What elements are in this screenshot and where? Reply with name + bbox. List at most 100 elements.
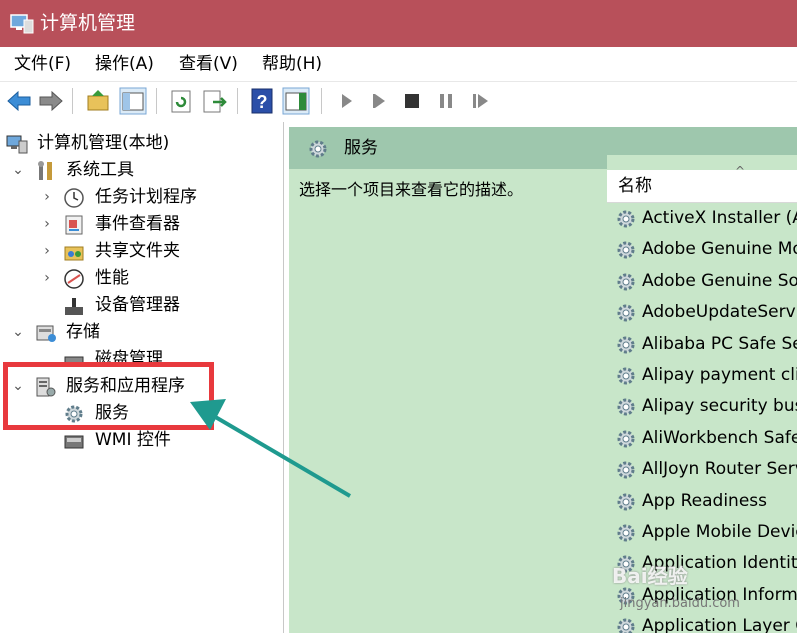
action-pane-icon[interactable] — [281, 86, 311, 116]
service-row[interactable]: Alipay security busi — [607, 391, 797, 422]
device-manager-icon — [63, 295, 85, 317]
menu-view[interactable]: 查看(V) — [179, 53, 238, 75]
clock-icon — [63, 187, 85, 209]
refresh-icon[interactable] — [166, 86, 196, 116]
menu-file[interactable]: 文件(F) — [14, 53, 71, 75]
gear-icon — [307, 138, 329, 160]
chevron-right-icon[interactable]: › — [40, 265, 54, 292]
tree-item-event-viewer[interactable]: › 事件查看器 — [0, 211, 283, 238]
watermark-logo: Bai经验 — [612, 564, 688, 588]
tree-item-performance[interactable]: › 性能 — [0, 265, 283, 292]
chevron-down-icon[interactable]: ⌄ — [11, 157, 25, 184]
service-row[interactable]: AdobeUpdateServi — [607, 297, 797, 328]
service-row[interactable]: Adobe Genuine So — [607, 266, 797, 297]
play-icon[interactable] — [331, 86, 361, 116]
tree-item-task-scheduler[interactable]: › 任务计划程序 — [0, 184, 283, 211]
help-icon[interactable]: ? — [247, 86, 277, 116]
column-label: 名称 — [618, 176, 652, 196]
service-row[interactable]: ActiveX Installer (Ax — [607, 203, 797, 234]
gear-icon — [615, 271, 637, 293]
service-name: AdobeUpdateServi — [642, 302, 797, 323]
watermark-url: jingyan.baidu.com — [620, 596, 740, 611]
back-arrow-icon[interactable] — [4, 86, 34, 116]
service-name: AliWorkbench Safe — [642, 427, 797, 448]
service-row[interactable]: Apple Mobile Devic — [607, 517, 797, 548]
gear-icon — [615, 302, 637, 324]
service-name: App Readiness — [642, 490, 768, 511]
tree-item-shared-folders[interactable]: › 共享文件夹 — [0, 238, 283, 265]
toolbar-separator — [321, 88, 322, 114]
description-text: 选择一个项目来查看它的描述。 — [299, 180, 524, 199]
event-viewer-icon — [63, 214, 85, 236]
service-name: Alipay payment clie — [642, 365, 797, 385]
toolbar-separator — [237, 88, 238, 114]
tree-item-label: 系统工具 — [66, 160, 134, 180]
gear-icon — [615, 522, 637, 544]
menu-action[interactable]: 操作(A) — [95, 53, 154, 75]
gear-icon — [615, 334, 637, 356]
tree-item-system-tools[interactable]: ⌄ 系统工具 — [0, 157, 283, 184]
tree-item-wmi[interactable]: WMI 控件 — [0, 427, 283, 454]
computer-management-icon — [6, 133, 28, 155]
gear-icon — [615, 396, 637, 418]
wmi-icon — [63, 430, 85, 452]
tree-item-label: 存储 — [66, 322, 100, 342]
service-name: Adobe Genuine So — [642, 270, 797, 291]
pane-title: 服务 — [344, 138, 378, 158]
gear-icon — [615, 365, 637, 387]
gear-icon — [615, 428, 637, 450]
service-name: Alipay security busi — [642, 396, 797, 417]
tree-item-root[interactable]: 计算机管理(本地) — [0, 130, 283, 157]
service-name: Apple Mobile Devic — [642, 522, 797, 542]
play-next-icon[interactable] — [364, 86, 394, 116]
tree-item-label: WMI 控件 — [95, 430, 171, 450]
tree-item-label: 共享文件夹 — [95, 241, 180, 261]
service-row[interactable]: App Readiness — [607, 486, 797, 517]
forward-arrow-icon[interactable] — [36, 86, 66, 116]
toolbar-separator — [72, 88, 73, 114]
tree-item-storage[interactable]: ⌄ 存储 — [0, 319, 283, 346]
toolbar: ? — [0, 82, 797, 120]
service-name: AllJoyn Router Serv — [642, 459, 797, 480]
service-row[interactable]: AliWorkbench Safe — [607, 423, 797, 454]
sort-ascending-icon: ^ — [735, 164, 746, 178]
stop-icon[interactable] — [397, 86, 427, 116]
show-hide-tree-icon[interactable] — [118, 86, 148, 116]
gear-icon — [615, 239, 637, 261]
tree-item-device-manager[interactable]: 设备管理器 — [0, 292, 283, 319]
chevron-right-icon[interactable]: › — [40, 184, 54, 211]
computer-management-icon — [10, 12, 34, 34]
gear-icon — [615, 208, 637, 230]
tree-item-label: 设备管理器 — [95, 295, 180, 315]
service-name: Adobe Genuine Mo — [642, 239, 797, 260]
export-list-icon[interactable] — [199, 86, 229, 116]
shared-folder-icon — [63, 241, 85, 263]
chevron-right-icon[interactable]: › — [40, 211, 54, 238]
highlight-box — [3, 362, 214, 430]
gear-icon — [615, 491, 637, 513]
pause-icon[interactable] — [431, 86, 461, 116]
toolbar-separator — [156, 88, 157, 114]
title-bar: 计算机管理 — [0, 0, 797, 47]
restart-icon[interactable] — [465, 86, 495, 116]
tree-item-label: 任务计划程序 — [95, 187, 197, 207]
chevron-down-icon[interactable]: ⌄ — [11, 319, 25, 346]
gear-icon — [615, 459, 637, 481]
tools-icon — [35, 160, 57, 182]
menu-bar: 文件(F) 操作(A) 查看(V) 帮助(H) — [0, 47, 797, 82]
tree-item-label: 事件查看器 — [95, 214, 180, 234]
window-title: 计算机管理 — [40, 12, 136, 34]
service-row[interactable]: AllJoyn Router Serv — [607, 454, 797, 485]
service-row[interactable]: Alibaba PC Safe Se — [607, 329, 797, 360]
menu-help[interactable]: 帮助(H) — [262, 53, 322, 75]
tree-item-label: 计算机管理(本地) — [37, 133, 170, 153]
column-header-name[interactable]: ^ 名称 — [607, 164, 797, 203]
performance-icon — [63, 268, 85, 290]
service-name: Alibaba PC Safe Se — [642, 333, 797, 354]
svg-text:?: ? — [257, 92, 268, 112]
up-folder-icon[interactable] — [84, 86, 114, 116]
service-row[interactable]: Adobe Genuine Mo — [607, 234, 797, 265]
chevron-right-icon[interactable]: › — [40, 238, 54, 265]
storage-icon — [35, 322, 57, 344]
service-row[interactable]: Alipay payment clie — [607, 360, 797, 391]
